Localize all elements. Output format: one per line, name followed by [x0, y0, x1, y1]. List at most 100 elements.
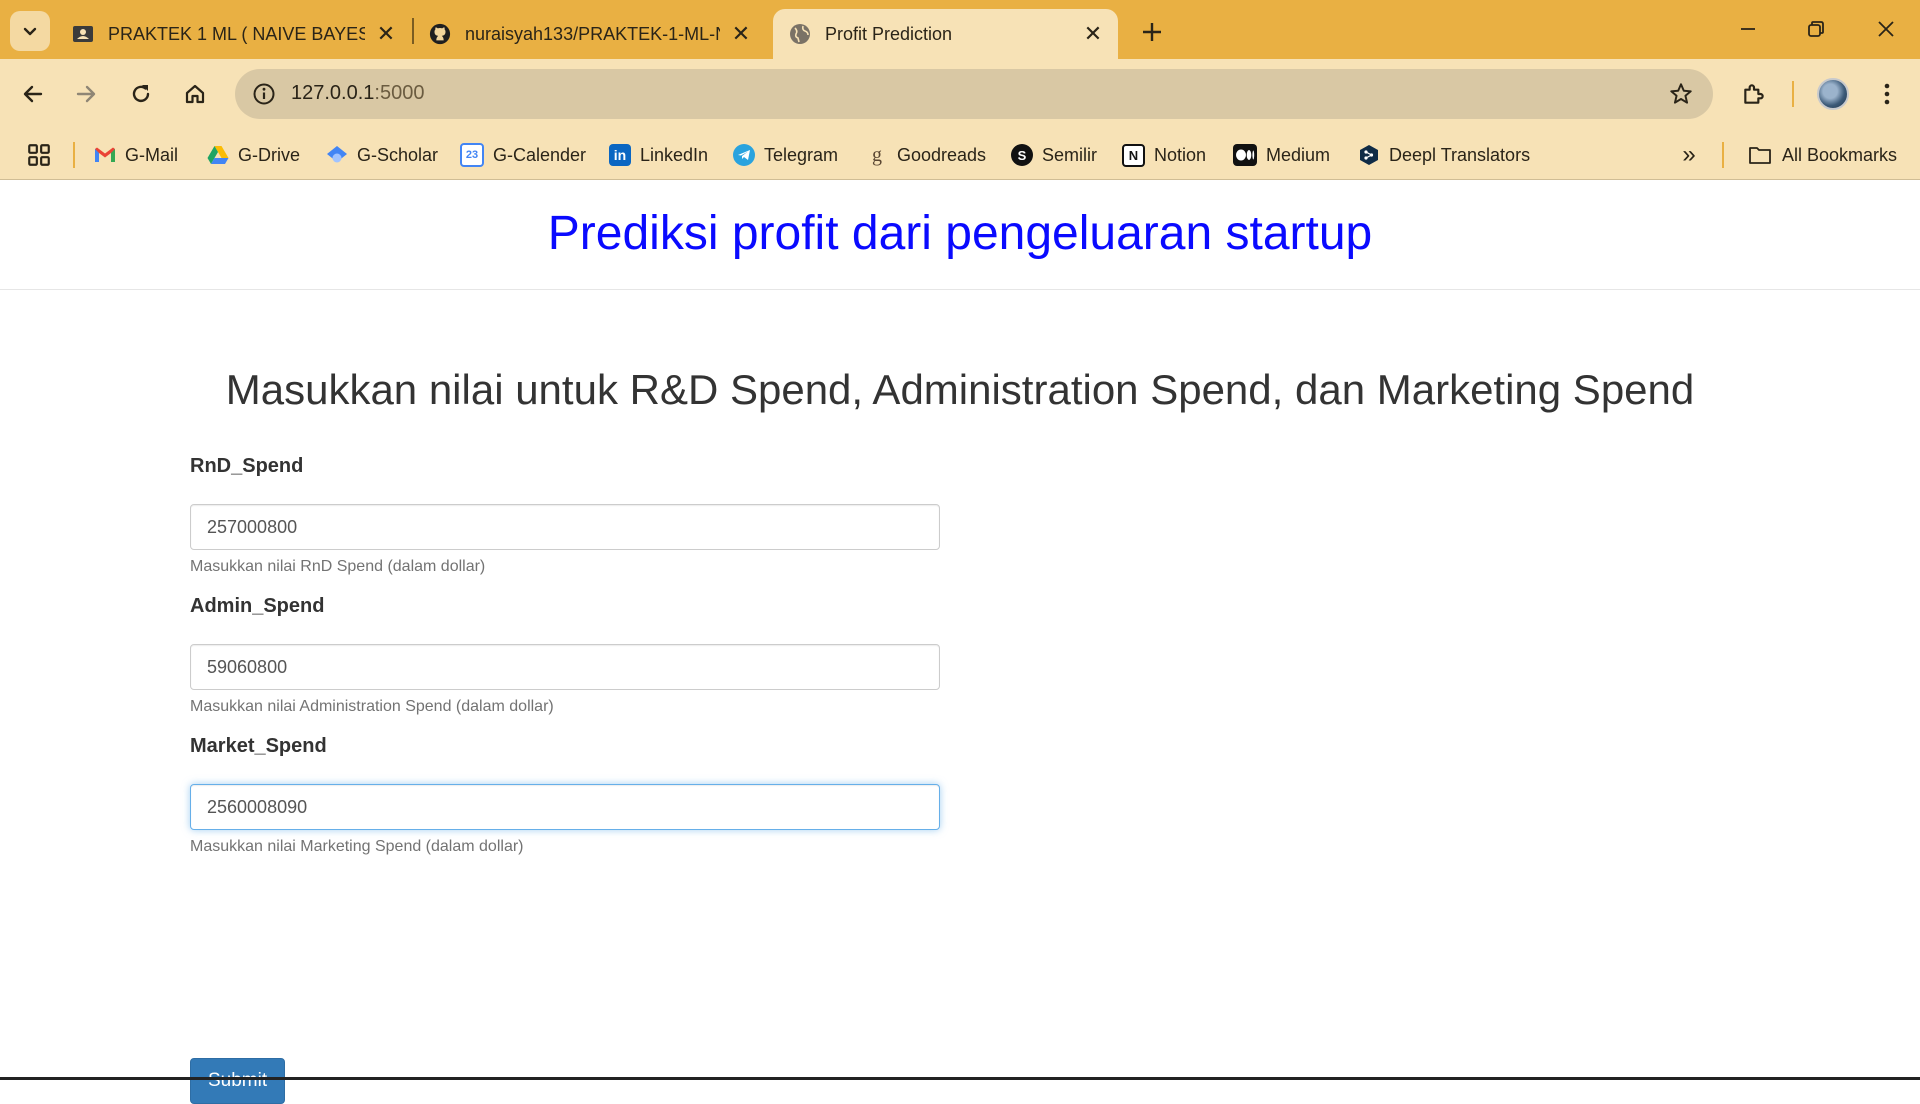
gscholar-icon [326, 144, 348, 166]
page-title: Prediksi profit dari pengeluaran startup [547, 207, 1373, 260]
goodreads-icon: g [872, 143, 882, 166]
bookmark-gcalendar[interactable]: 23 G-Calender [460, 139, 586, 171]
rnd-spend-group: RnD_Spend Masukkan nilai RnD Spend (dala… [190, 454, 940, 594]
form-heading: Masukkan nilai untuk R&D Spend, Administ… [225, 366, 1695, 413]
telegram-icon [733, 144, 755, 166]
chevron-down-icon [23, 27, 37, 36]
close-icon[interactable]: ✕ [1080, 21, 1106, 47]
address-url[interactable]: 127.0.0.1:5000 [291, 82, 424, 105]
address-bar[interactable]: 127.0.0.1:5000 [235, 69, 1713, 119]
globe-icon [789, 23, 811, 45]
market-spend-input[interactable] [190, 784, 940, 830]
toolbar-divider [1792, 81, 1794, 107]
restore-button[interactable] [1786, 6, 1846, 52]
bookmark-goodreads[interactable]: g Goodreads [866, 139, 986, 171]
tab-title: PRAKTEK 1 ML ( NAIVE BAYES, L [108, 23, 365, 44]
bookmark-label: Medium [1266, 144, 1331, 165]
back-button[interactable] [12, 73, 54, 115]
browser-tab-strip: PRAKTEK 1 ML ( NAIVE BAYES, L ✕ nuraisya… [0, 0, 1920, 59]
admin-spend-help: Masukkan nilai Administration Spend (dal… [190, 698, 554, 715]
bookmarks-divider [73, 142, 75, 168]
new-tab-button[interactable] [1134, 14, 1170, 50]
deepl-icon [1358, 144, 1380, 166]
puzzle-icon [1744, 84, 1764, 104]
more-bookmarks-chevron-icon[interactable]: » [1676, 141, 1702, 168]
github-icon [429, 23, 451, 45]
home-icon [185, 84, 205, 104]
bookmark-medium[interactable]: Medium [1233, 139, 1330, 171]
all-bookmarks-button[interactable]: All Bookmarks [1747, 139, 1897, 171]
contact-card-icon [72, 23, 94, 45]
tab-github-repo[interactable]: nuraisyah133/PRAKTEK-1-ML-N ✕ [413, 9, 766, 59]
bookmark-deepl[interactable]: Deepl Translators [1358, 139, 1530, 171]
tab-search-button[interactable] [10, 11, 50, 51]
bookmark-semilir[interactable]: S Semilir [1011, 139, 1097, 171]
close-window-button[interactable] [1856, 6, 1916, 52]
restore-icon [1808, 21, 1824, 37]
close-icon[interactable]: ✕ [373, 21, 399, 47]
gdrive-icon [207, 144, 229, 166]
close-icon[interactable]: ✕ [728, 21, 754, 47]
bookmarks-bar: G-Mail G-Drive G-Scholar 23 G-Calender in… [0, 130, 1920, 180]
bookmark-label: G-Calender [493, 144, 587, 165]
spend-form: RnD_Spend Masukkan nilai RnD Spend (dala… [190, 454, 940, 1104]
tab-praktek-ml[interactable]: PRAKTEK 1 ML ( NAIVE BAYES, L ✕ [56, 9, 411, 59]
apps-grid-icon[interactable] [26, 142, 52, 168]
tab-profit-prediction[interactable]: Profit Prediction ✕ [773, 9, 1118, 59]
page-header: Prediksi profit dari pengeluaran startup [0, 180, 1920, 290]
admin-spend-label: Admin_Spend [190, 595, 325, 617]
bookmark-notion[interactable]: N Notion [1122, 139, 1206, 171]
site-info-icon[interactable] [251, 81, 277, 107]
bookmark-label: Semilir [1042, 144, 1098, 165]
url-port: :5000 [374, 82, 425, 104]
market-spend-help: Masukkan nilai Marketing Spend (dalam do… [190, 838, 524, 855]
minimize-button[interactable] [1718, 6, 1778, 52]
bookmark-label: Notion [1154, 144, 1207, 165]
admin-spend-input[interactable] [190, 644, 940, 690]
bookmark-telegram[interactable]: Telegram [733, 139, 838, 171]
market-spend-group: Market_Spend Masukkan nilai Marketing Sp… [190, 734, 940, 874]
admin-spend-group: Admin_Spend Masukkan nilai Administratio… [190, 594, 940, 734]
gmail-icon [94, 144, 116, 166]
avatar [1817, 78, 1849, 110]
url-host: 127.0.0.1 [291, 82, 375, 104]
browser-toolbar: 127.0.0.1:5000 [0, 59, 1920, 130]
rnd-spend-label: RnD_Spend [190, 455, 304, 477]
market-spend-label: Market_Spend [190, 735, 327, 757]
tab-title: nuraisyah133/PRAKTEK-1-ML-N [465, 23, 720, 44]
bookmark-star-icon[interactable] [1667, 80, 1695, 108]
profile-button[interactable] [1812, 73, 1854, 115]
close-icon [1878, 21, 1894, 37]
bookmark-gscholar[interactable]: G-Scholar [326, 139, 438, 171]
bookmark-label: Deepl Translators [1389, 144, 1531, 165]
bookmark-label: G-Scholar [357, 144, 439, 165]
tab-title: Profit Prediction [825, 23, 953, 44]
arrow-right-icon [76, 85, 96, 103]
arrow-left-icon [23, 85, 43, 103]
extensions-button[interactable] [1733, 73, 1775, 115]
notion-icon: N [1122, 143, 1145, 167]
reload-icon [132, 85, 150, 103]
rnd-spend-input[interactable] [190, 504, 940, 550]
semilir-icon: S [1011, 144, 1033, 166]
medium-icon [1233, 144, 1257, 166]
plus-icon [1143, 23, 1161, 41]
bookmark-gmail[interactable]: G-Mail [94, 139, 178, 171]
reload-button[interactable] [120, 73, 162, 115]
menu-button[interactable] [1866, 73, 1908, 115]
bookmark-label: Telegram [764, 144, 839, 165]
all-bookmarks-label: All Bookmarks [1782, 144, 1898, 165]
linkedin-icon: in [609, 144, 631, 166]
bookmark-label: G-Drive [238, 144, 300, 165]
page-content: Prediksi profit dari pengeluaran startup… [0, 180, 1920, 1104]
bookmark-label: Goodreads [897, 144, 987, 165]
forward-button[interactable] [65, 73, 107, 115]
bookmark-linkedin[interactable]: in LinkedIn [609, 139, 708, 171]
submit-button[interactable]: Submit [190, 1058, 286, 1104]
folder-icon [1747, 144, 1773, 166]
kebab-menu-icon [1884, 83, 1890, 105]
bookmark-label: LinkedIn [640, 144, 709, 165]
gcalendar-icon: 23 [460, 143, 484, 167]
home-button[interactable] [174, 73, 216, 115]
bookmark-gdrive[interactable]: G-Drive [207, 139, 300, 171]
